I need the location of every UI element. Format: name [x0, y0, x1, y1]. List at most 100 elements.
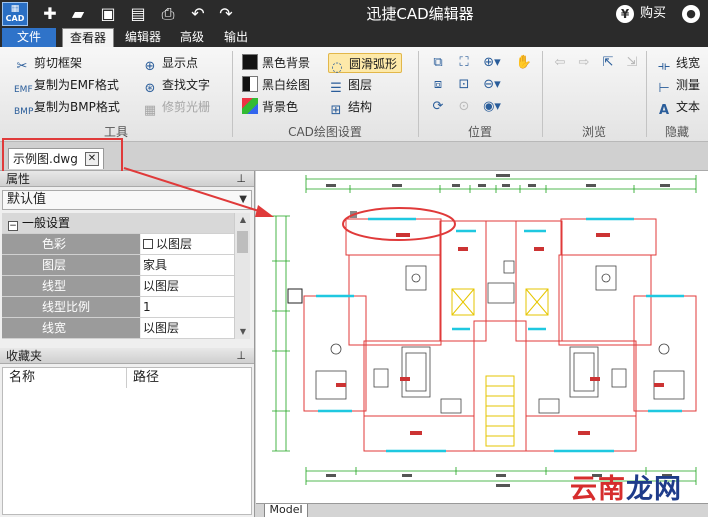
- scissors-icon: ✂: [16, 59, 28, 74]
- forward-icon[interactable]: ⇨: [574, 53, 594, 73]
- chevron-down-icon: ▼: [239, 194, 247, 205]
- color-palette-icon: [242, 98, 258, 114]
- line-width-button[interactable]: ⟛ 线宽: [656, 53, 701, 74]
- back-icon[interactable]: ⇦: [550, 53, 570, 73]
- import-view-icon[interactable]: ⇲: [622, 53, 642, 73]
- trim-raster-button[interactable]: ▦ 修剪光栅: [142, 97, 210, 118]
- find-text-label: 查找文字: [162, 78, 211, 92]
- layers-label: 图层: [348, 78, 373, 92]
- furniture: [315, 260, 685, 414]
- property-key: 色彩: [2, 234, 140, 254]
- app-logo[interactable]: ▦ CAD: [2, 2, 28, 26]
- copy-emf-label: 复制为EMF格式: [34, 78, 119, 92]
- property-row[interactable]: 色彩 以图层: [2, 234, 234, 255]
- measure-button[interactable]: ⊢ 测量: [656, 75, 700, 96]
- collapse-icon[interactable]: −: [8, 221, 18, 231]
- tab-advanced[interactable]: 高级: [172, 28, 212, 47]
- property-grid: − 一般设置 色彩 以图层 图层 家具 线型 以图层 线型比例 1 线宽 以图层: [2, 213, 234, 339]
- property-key: 图层: [2, 255, 140, 275]
- property-value[interactable]: 以图层: [141, 234, 234, 254]
- bw-drawing-button[interactable]: 黑白绘图: [242, 75, 310, 95]
- text-button[interactable]: A 文本: [656, 97, 700, 118]
- bw-icon: [242, 76, 258, 92]
- zoom-all-icon[interactable]: ⊡: [454, 75, 474, 95]
- open-icon[interactable]: ▰: [68, 4, 88, 24]
- view-options-icon[interactable]: ◉▾: [482, 97, 502, 117]
- ruler-icon: ⊢: [658, 81, 670, 96]
- tab-viewer[interactable]: 查看器: [62, 28, 114, 47]
- zoom-prev-icon[interactable]: ⊙: [454, 97, 474, 117]
- properties-selector[interactable]: 默认值 ▼: [2, 190, 252, 210]
- copy-bmp-button[interactable]: BMP复制为BMP格式: [14, 97, 120, 117]
- text-icon: A: [658, 103, 670, 118]
- new-icon[interactable]: ✚: [40, 4, 60, 24]
- property-value[interactable]: 以图层: [141, 318, 234, 338]
- property-row[interactable]: 线型 以图层: [2, 276, 234, 297]
- show-points-button[interactable]: ⊕ 显示点: [142, 53, 198, 74]
- property-key: 线宽: [2, 318, 140, 338]
- property-value[interactable]: 以图层: [141, 276, 234, 296]
- print-icon[interactable]: ⎙: [158, 4, 178, 24]
- scrollbar-thumb[interactable]: [237, 231, 248, 253]
- group-label-position: 位置: [467, 125, 492, 139]
- find-text-button[interactable]: ⊛ 查找文字: [142, 75, 211, 96]
- zoom-window-icon[interactable]: ⧉: [428, 53, 448, 73]
- yuan-icon[interactable]: ¥: [616, 5, 634, 23]
- column-header-name[interactable]: 名称: [3, 368, 127, 388]
- property-key: 线型比例: [2, 297, 140, 317]
- zoom-fit-icon[interactable]: ⧈: [428, 75, 448, 95]
- copy-emf-button[interactable]: EMF复制为EMF格式: [14, 75, 119, 95]
- window-title: 迅捷CAD编辑器: [366, 5, 474, 23]
- redo-icon[interactable]: ↷: [216, 4, 236, 24]
- save-as-icon[interactable]: ▤: [128, 4, 148, 24]
- export-view-icon[interactable]: ⇱: [598, 53, 618, 73]
- left-panel: 属性 ⊥ 默认值 ▼ − 一般设置 色彩 以图层 图层 家具 线型 以图层 线型比…: [0, 171, 255, 517]
- pin-icon[interactable]: ⊥: [236, 171, 246, 187]
- scroll-up-icon[interactable]: ▲: [235, 213, 251, 227]
- properties-title: 属性: [6, 172, 31, 186]
- property-scrollbar[interactable]: ▲ ▼: [234, 213, 250, 339]
- bg-color-label: 背景色: [262, 100, 299, 114]
- line-width-icon: ⟛: [658, 59, 670, 74]
- clip-frame-label: 剪切框架: [34, 56, 83, 70]
- property-row[interactable]: 图层 家具: [2, 255, 234, 276]
- line-width-label: 线宽: [676, 56, 701, 70]
- zoom-out-icon[interactable]: ⊖▾: [482, 75, 502, 95]
- scroll-down-icon[interactable]: ▼: [235, 325, 251, 339]
- bg-color-button[interactable]: 背景色: [242, 97, 298, 117]
- column-header-path[interactable]: 路径: [127, 368, 251, 388]
- structure-icon: ⊞: [330, 103, 342, 118]
- property-row[interactable]: 线宽 以图层: [2, 318, 234, 339]
- black-bg-button[interactable]: 黑色背景: [242, 53, 310, 73]
- group-label-hide: 隐藏: [664, 125, 689, 139]
- undo-icon[interactable]: ↶: [188, 4, 208, 24]
- zoom-extents-icon[interactable]: ⛶: [454, 53, 474, 73]
- pin-icon[interactable]: ⊥: [236, 348, 246, 364]
- user-icon[interactable]: ●: [682, 5, 700, 23]
- group-label-cad-settings: CAD绘图设置: [288, 125, 362, 139]
- ribbon: ✂ 剪切框架 EMF复制为EMF格式 BMP复制为BMP格式 ⊕ 显示点 ⊛ 查找文字…: [0, 47, 708, 142]
- drawing-canvas[interactable]: [256, 171, 708, 503]
- tab-export[interactable]: 输出: [218, 28, 254, 47]
- save-icon[interactable]: ▣: [98, 4, 118, 24]
- ucs-marker: [287, 288, 303, 304]
- property-value[interactable]: 家具: [141, 255, 234, 275]
- zoom-in-icon[interactable]: ⊕▾: [482, 53, 502, 73]
- property-row[interactable]: 线型比例 1: [2, 297, 234, 318]
- emf-icon: EMF: [14, 85, 33, 95]
- structure-button[interactable]: ⊞ 结构: [328, 97, 372, 118]
- property-category[interactable]: − 一般设置: [2, 213, 234, 234]
- property-value[interactable]: 1: [141, 297, 234, 317]
- title-bar: ▦ CAD ✚ ▰ ▣ ▤ ⎙ ↶ ↷ 迅捷CAD编辑器 ¥ 购买 ●: [0, 0, 708, 28]
- buy-button[interactable]: 购买: [640, 0, 666, 28]
- pan-hand-icon[interactable]: ✋: [514, 53, 534, 73]
- rotate-3d-icon[interactable]: ⟳: [428, 97, 448, 117]
- smooth-arc-button[interactable]: ◌ 圆滑弧形: [328, 53, 403, 75]
- watermark: 云南龙网: [570, 470, 705, 510]
- clip-frame-button[interactable]: ✂ 剪切框架: [14, 53, 83, 74]
- tab-editor[interactable]: 编辑器: [120, 28, 166, 47]
- property-key: 线型: [2, 276, 140, 296]
- tab-file[interactable]: 文件: [2, 28, 56, 47]
- layers-button[interactable]: ☰ 图层: [328, 75, 373, 96]
- model-tab[interactable]: Model: [264, 504, 308, 517]
